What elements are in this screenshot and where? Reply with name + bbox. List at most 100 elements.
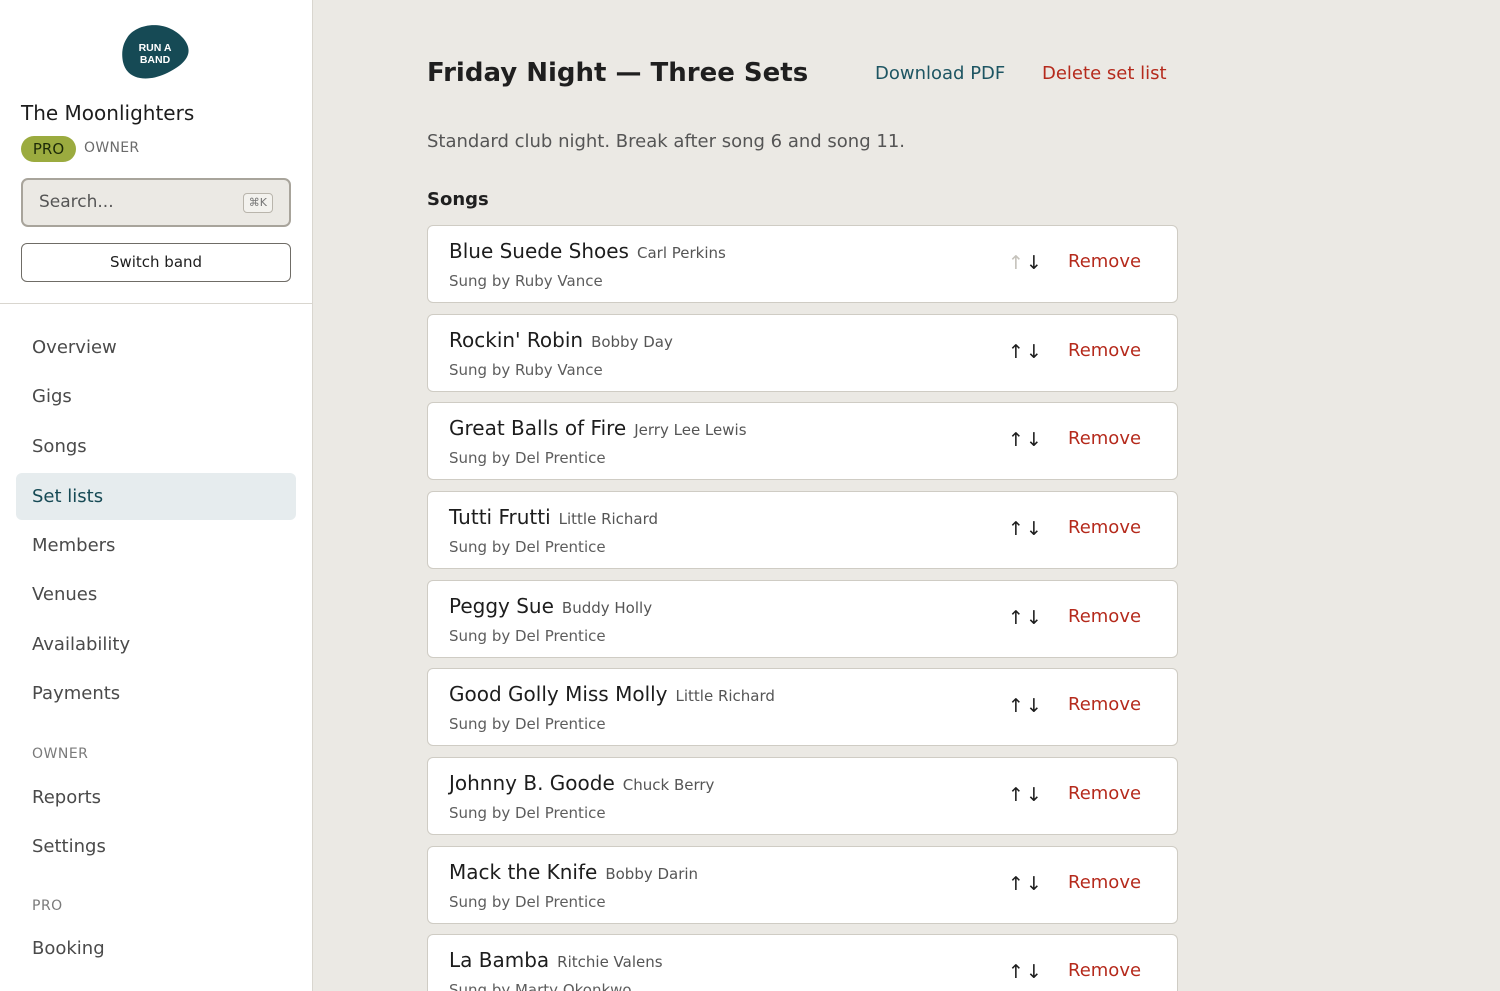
song-artist: Jerry Lee Lewis: [634, 421, 747, 439]
logo-text-line1: RUN A: [139, 42, 172, 54]
song-title: La Bamba: [449, 948, 550, 972]
song-title: Mack the Knife: [449, 860, 598, 884]
search-placeholder: Search...: [39, 192, 114, 212]
move-down-arrow-icon[interactable]: ↓: [1026, 961, 1042, 983]
song-singer: Sung by Marty Okonkwo: [449, 981, 632, 991]
sidebar-item-reports[interactable]: Reports: [16, 774, 296, 821]
song-title-line: Good Golly Miss Molly Little Richard: [449, 682, 775, 706]
move-up-arrow-icon[interactable]: ↑: [1008, 695, 1024, 717]
remove-song-button[interactable]: Remove: [1068, 694, 1141, 715]
song-title-line: Rockin' Robin Bobby Day: [449, 328, 673, 352]
sidebar-item-songs[interactable]: Songs: [16, 423, 296, 470]
move-up-arrow-icon[interactable]: ↑: [1008, 252, 1024, 274]
search-input[interactable]: Search... ⌘K: [21, 178, 291, 227]
sidebar-item-set-lists[interactable]: Set lists: [16, 473, 296, 520]
song-title-line: Blue Suede Shoes Carl Perkins: [449, 239, 726, 263]
remove-song-button[interactable]: Remove: [1068, 428, 1141, 449]
remove-song-button[interactable]: Remove: [1068, 606, 1141, 627]
song-singer: Sung by Del Prentice: [449, 538, 606, 556]
band-name: The Moonlighters: [21, 101, 195, 125]
song-singer: Sung by Del Prentice: [449, 449, 606, 467]
song-row: Rockin' Robin Bobby Day Sung by Ruby Vanc…: [427, 314, 1178, 392]
move-up-arrow-icon[interactable]: ↑: [1008, 784, 1024, 806]
song-row: Johnny B. Goode Chuck Berry Sung by Del P…: [427, 757, 1178, 835]
move-down-arrow-icon[interactable]: ↓: [1026, 518, 1042, 540]
song-row: Mack the Knife Bobby Darin Sung by Del Pr…: [427, 846, 1178, 924]
song-singer: Sung by Del Prentice: [449, 715, 606, 733]
delete-set-list-link[interactable]: Delete set list: [1042, 63, 1167, 84]
song-artist: Carl Perkins: [636, 244, 726, 262]
song-singer: Sung by Ruby Vance: [449, 361, 603, 379]
sidebar-item-settings[interactable]: Settings: [16, 823, 296, 870]
remove-song-button[interactable]: Remove: [1068, 872, 1141, 893]
song-row: Great Balls of Fire Jerry Lee Lewis Sung …: [427, 402, 1178, 480]
song-artist: Little Richard: [675, 687, 775, 705]
song-singer: Sung by Del Prentice: [449, 804, 606, 822]
song-title: Good Golly Miss Molly: [449, 682, 668, 706]
nav-section-pro: PRO: [32, 898, 63, 914]
move-up-arrow-icon[interactable]: ↑: [1008, 518, 1024, 540]
remove-song-button[interactable]: Remove: [1068, 340, 1141, 361]
song-title-line: Johnny B. Goode Chuck Berry: [449, 771, 714, 795]
remove-song-button[interactable]: Remove: [1068, 251, 1141, 272]
sidebar-item-gigs[interactable]: Gigs: [16, 373, 296, 420]
song-title-line: Mack the Knife Bobby Darin: [449, 860, 698, 884]
sidebar-item-availability[interactable]: Availability: [16, 621, 296, 668]
run-a-band-logo[interactable]: RUN A BAND: [121, 22, 191, 82]
plan-badge: PRO: [21, 136, 76, 162]
song-title: Great Balls of Fire: [449, 416, 627, 440]
download-pdf-link[interactable]: Download PDF: [875, 63, 1005, 84]
move-down-arrow-icon[interactable]: ↓: [1026, 429, 1042, 451]
song-row: La Bamba Ritchie Valens Sung by Marty Oko…: [427, 934, 1178, 991]
switch-band-button[interactable]: Switch band: [21, 243, 291, 282]
song-artist: Bobby Day: [591, 333, 673, 351]
song-singer: Sung by Del Prentice: [449, 627, 606, 645]
move-down-arrow-icon[interactable]: ↓: [1026, 873, 1042, 895]
move-down-arrow-icon[interactable]: ↓: [1026, 607, 1042, 629]
page-title: Friday Night — Three Sets: [427, 58, 809, 88]
sidebar-item-overview[interactable]: Overview: [16, 324, 296, 371]
set-list-description: Standard club night. Break after song 6 …: [427, 131, 905, 152]
remove-song-button[interactable]: Remove: [1068, 517, 1141, 538]
song-title: Peggy Sue: [449, 594, 554, 618]
nav-section-owner: OWNER: [32, 746, 89, 762]
role-label: OWNER: [84, 140, 140, 156]
move-down-arrow-icon[interactable]: ↓: [1026, 341, 1042, 363]
song-title: Tutti Frutti: [449, 505, 551, 529]
song-title-line: Peggy Sue Buddy Holly: [449, 594, 652, 618]
song-row: Blue Suede Shoes Carl Perkins Sung by Rub…: [427, 225, 1178, 303]
sidebar-item-payments[interactable]: Payments: [16, 670, 296, 717]
song-singer: Sung by Ruby Vance: [449, 272, 603, 290]
song-artist: Chuck Berry: [622, 776, 715, 794]
move-up-arrow-icon[interactable]: ↑: [1008, 341, 1024, 363]
song-singer: Sung by Del Prentice: [449, 893, 606, 911]
move-up-arrow-icon[interactable]: ↑: [1008, 873, 1024, 895]
song-title-line: La Bamba Ritchie Valens: [449, 948, 663, 972]
sidebar: RUN A BAND The Moonlighters PRO OWNER Se…: [0, 0, 313, 991]
song-row: Good Golly Miss Molly Little Richard Sung…: [427, 668, 1178, 746]
song-row: Tutti Frutti Little Richard Sung by Del P…: [427, 491, 1178, 569]
sidebar-item-venues[interactable]: Venues: [16, 571, 296, 618]
sidebar-item-members[interactable]: Members: [16, 522, 296, 569]
song-artist: Bobby Darin: [605, 865, 699, 883]
song-title: Blue Suede Shoes: [449, 239, 629, 263]
move-down-arrow-icon[interactable]: ↓: [1026, 252, 1042, 274]
song-title: Johnny B. Goode: [449, 771, 615, 795]
logo-text-line2: BAND: [140, 54, 171, 66]
songs-heading: Songs: [427, 189, 489, 210]
song-artist: Buddy Holly: [561, 599, 653, 617]
move-down-arrow-icon[interactable]: ↓: [1026, 784, 1042, 806]
song-row: Peggy Sue Buddy Holly Sung by Del Prentic…: [427, 580, 1178, 658]
sidebar-item-booking[interactable]: Booking: [16, 925, 296, 972]
song-title-line: Great Balls of Fire Jerry Lee Lewis: [449, 416, 747, 440]
keyboard-shortcut-hint: ⌘K: [242, 193, 273, 213]
song-artist: Little Richard: [558, 510, 659, 528]
sidebar-divider: [0, 303, 312, 304]
remove-song-button[interactable]: Remove: [1068, 960, 1141, 981]
remove-song-button[interactable]: Remove: [1068, 783, 1141, 804]
song-title: Rockin' Robin: [449, 328, 584, 352]
move-up-arrow-icon[interactable]: ↑: [1008, 429, 1024, 451]
move-up-arrow-icon[interactable]: ↑: [1008, 607, 1024, 629]
move-up-arrow-icon[interactable]: ↑: [1008, 961, 1024, 983]
move-down-arrow-icon[interactable]: ↓: [1026, 695, 1042, 717]
